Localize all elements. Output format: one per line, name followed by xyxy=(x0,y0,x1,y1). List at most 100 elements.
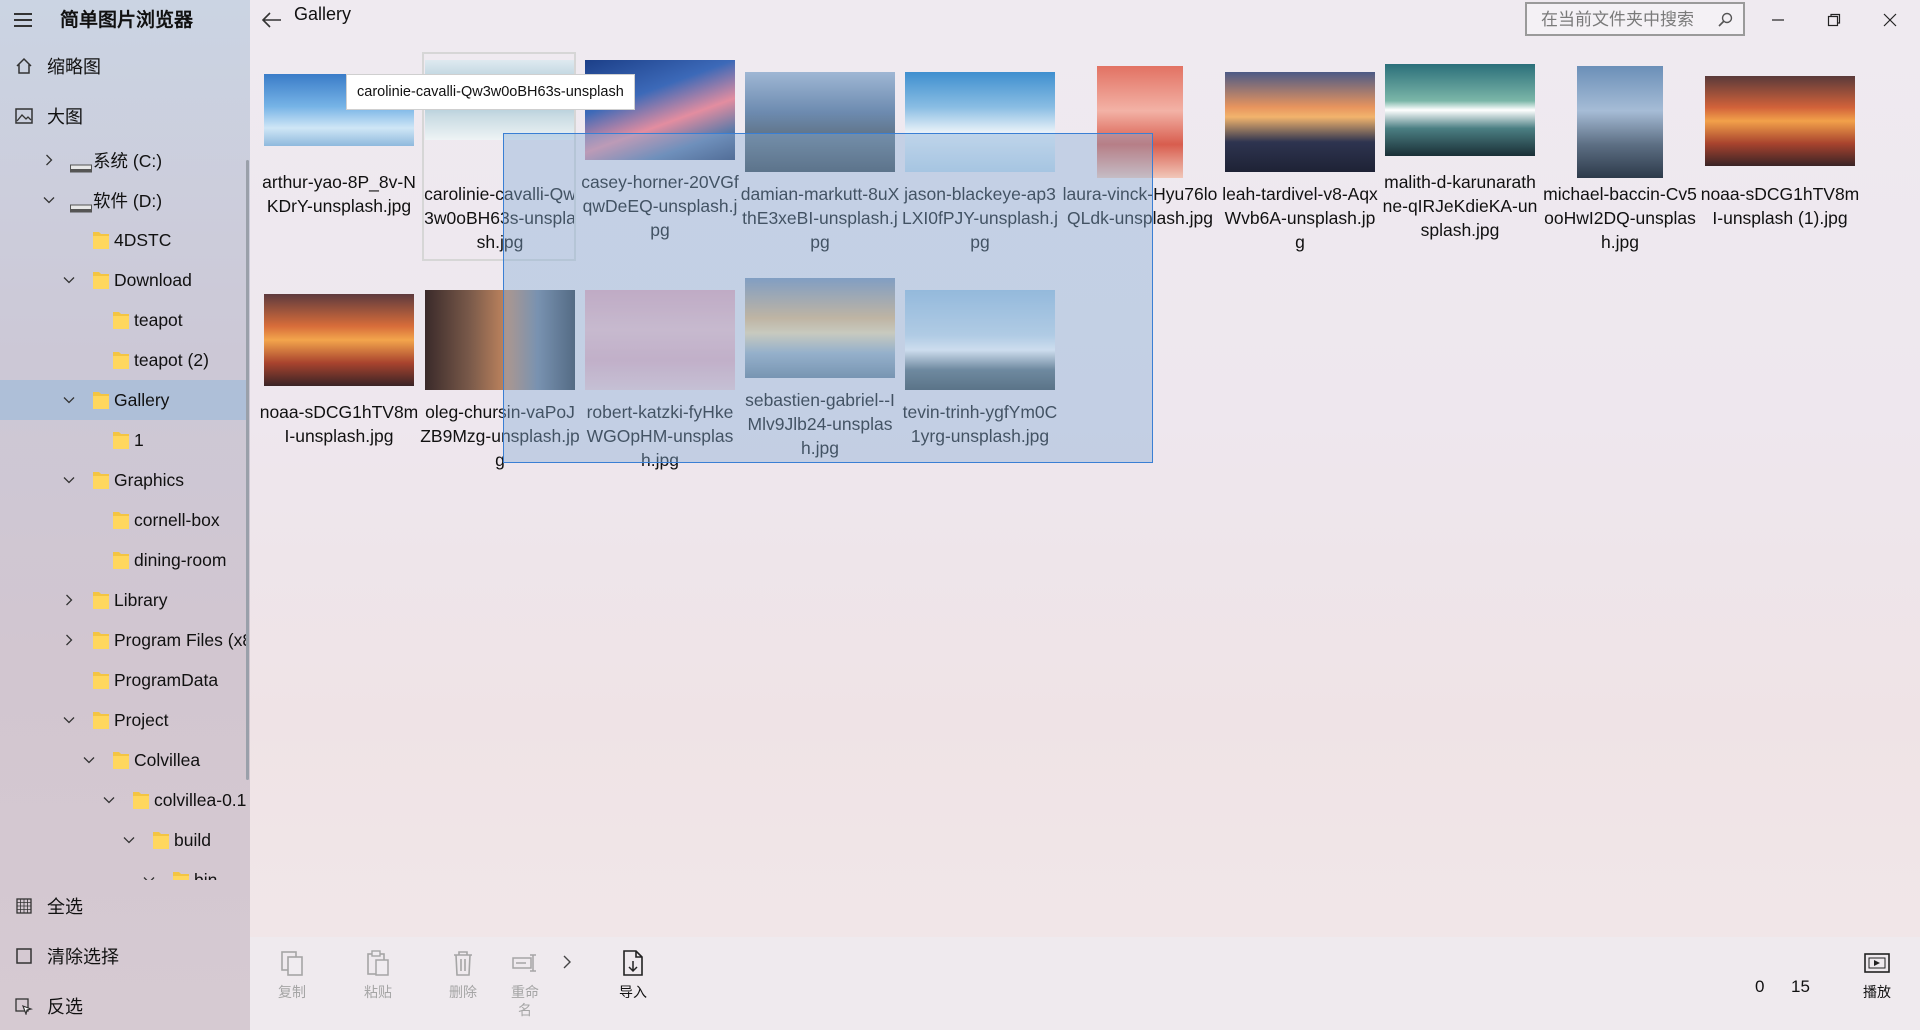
chevron-down-icon[interactable] xyxy=(122,833,136,847)
folder-tree: 系统 (C:) 软件 (D:) 4DSTC Download teapot teapot … xyxy=(0,140,246,880)
clear-selection-button[interactable]: 清除选择 xyxy=(0,934,250,978)
tree-item[interactable]: teapot xyxy=(0,300,246,340)
thumbnail-image xyxy=(1705,76,1855,166)
tree-item[interactable]: Project xyxy=(0,700,246,740)
chevron-right-icon[interactable] xyxy=(42,153,56,167)
thumbnail-image xyxy=(1385,64,1535,156)
tree-item[interactable]: teapot (2) xyxy=(0,340,246,380)
folder-icon xyxy=(112,350,130,370)
chevron-down-icon[interactable] xyxy=(142,873,156,880)
image-icon xyxy=(14,106,34,126)
tree-item[interactable]: 系统 (C:) xyxy=(0,140,246,180)
tree-item[interactable]: Gallery xyxy=(0,380,246,420)
nav-thumbnails-label: 缩略图 xyxy=(47,57,101,77)
tree-item[interactable]: cornell-box xyxy=(0,500,246,540)
thumbnail-filename: noaa-sDCG1hTV8mI-unsplash (1).jpg xyxy=(1700,184,1860,228)
tree-item[interactable]: colvillea-0.1 xyxy=(0,780,246,820)
tree-item[interactable]: Library xyxy=(0,580,246,620)
chevron-down-icon[interactable] xyxy=(62,393,76,407)
delete-button[interactable]: 删除 xyxy=(433,949,493,1001)
tree-item-label: Graphics xyxy=(114,469,185,490)
thumbnail-filename: malith-d-karunarathne-qIRJeKdieKA-unspla… xyxy=(1382,172,1538,240)
thumbnail-filename: arthur-yao-8P_8v-NKDrY-unsplash.jpg xyxy=(262,172,416,216)
breadcrumb: Gallery xyxy=(294,4,352,24)
folder-icon xyxy=(92,270,110,290)
tree-item-label: teapot (2) xyxy=(134,349,209,370)
tree-item[interactable]: Program Files (x86) xyxy=(0,620,246,660)
tree-item[interactable]: Graphics xyxy=(0,460,246,500)
paste-label: 粘贴 xyxy=(364,984,392,1000)
search-input[interactable] xyxy=(1539,8,1713,32)
select-all-button[interactable]: 全选 xyxy=(0,884,250,928)
tree-item-label: bin xyxy=(194,869,218,881)
invert-selection-label: 反选 xyxy=(47,997,83,1017)
tree-item-label: dining-room xyxy=(134,549,227,570)
play-button[interactable]: 播放 xyxy=(1847,949,1907,1001)
invert-selection-icon xyxy=(14,996,34,1016)
tree-item-label: 系统 (C:) xyxy=(93,150,163,171)
folder-icon xyxy=(92,590,110,610)
thumbnail-image xyxy=(264,294,414,386)
nav-large[interactable]: 大图 xyxy=(0,94,250,138)
rename-icon xyxy=(512,954,536,972)
folder-icon xyxy=(112,510,130,530)
tree-item[interactable]: dining-room xyxy=(0,540,246,580)
search-icon[interactable] xyxy=(1717,12,1733,28)
thumbnail-image xyxy=(1225,72,1375,172)
tree-item-label: 1 xyxy=(134,429,144,450)
chevron-down-icon[interactable] xyxy=(62,713,76,727)
minimize-button[interactable] xyxy=(1750,0,1806,40)
slideshow-icon xyxy=(1864,953,1890,973)
chevron-right-icon[interactable] xyxy=(62,593,76,607)
thumbnail-filename: leah-tardivel-v8-AqxWvb6A-unsplash.jpg xyxy=(1222,184,1378,252)
drive-icon xyxy=(70,197,92,213)
nav-thumbnails[interactable]: 缩略图 xyxy=(0,44,250,88)
tree-item[interactable]: 1 xyxy=(0,420,246,460)
chevron-right-icon[interactable] xyxy=(62,633,76,647)
import-button[interactable]: 导入 xyxy=(603,949,663,1001)
tree-item[interactable]: Colvillea xyxy=(0,740,246,780)
play-label: 播放 xyxy=(1863,984,1891,1000)
folder-icon xyxy=(92,670,110,690)
tree-item[interactable]: ProgramData xyxy=(0,660,246,700)
tree-item-label: Colvillea xyxy=(134,749,201,770)
chevron-down-icon[interactable] xyxy=(62,273,76,287)
folder-icon xyxy=(112,310,130,330)
hamburger-menu-icon[interactable] xyxy=(14,10,34,30)
search-box[interactable] xyxy=(1525,2,1745,36)
select-all-icon xyxy=(14,896,34,916)
restore-button[interactable] xyxy=(1806,0,1862,40)
tree-item[interactable]: build xyxy=(0,820,246,860)
folder-icon xyxy=(92,470,110,490)
close-button[interactable] xyxy=(1862,0,1918,40)
chevron-down-icon[interactable] xyxy=(82,753,96,767)
paste-button[interactable]: 粘贴 xyxy=(348,949,408,1001)
restore-icon xyxy=(1827,13,1841,27)
chevron-down-icon[interactable] xyxy=(42,193,56,207)
copy-button[interactable]: 复制 xyxy=(262,949,322,1001)
chevron-down-icon[interactable] xyxy=(102,793,116,807)
command-bar: 复制 粘贴 删除 重命名 导入 0 15 播放 xyxy=(250,937,1920,1030)
selected-count: 0 xyxy=(1755,977,1765,996)
tree-item[interactable]: 软件 (D:) xyxy=(0,180,246,220)
paste-icon xyxy=(367,950,389,976)
tree-item[interactable]: Download xyxy=(0,260,246,300)
chevron-down-icon[interactable] xyxy=(62,473,76,487)
tree-item[interactable]: bin xyxy=(0,860,246,880)
trash-icon xyxy=(454,951,472,976)
sidebar-scrollbar[interactable] xyxy=(246,160,249,780)
more-commands-chevron-icon[interactable] xyxy=(560,955,574,969)
tree-item[interactable]: 4DSTC xyxy=(0,220,246,260)
copy-icon xyxy=(281,951,303,976)
back-button[interactable] xyxy=(259,8,285,32)
invert-selection-button[interactable]: 反选 xyxy=(0,984,250,1028)
folder-icon xyxy=(112,430,130,450)
rename-button[interactable]: 重命名 xyxy=(495,949,555,1019)
tree-item-label: Gallery xyxy=(114,389,170,410)
folder-icon xyxy=(112,550,130,570)
delete-label: 删除 xyxy=(449,984,477,1000)
tree-item-label: Program Files (x86) xyxy=(114,629,246,650)
thumbnail-filename: michael-baccin-Cv5ooHwI2DQ-unsplash.jpg xyxy=(1543,184,1697,252)
folder-icon xyxy=(92,710,110,730)
copy-label: 复制 xyxy=(278,984,306,1000)
